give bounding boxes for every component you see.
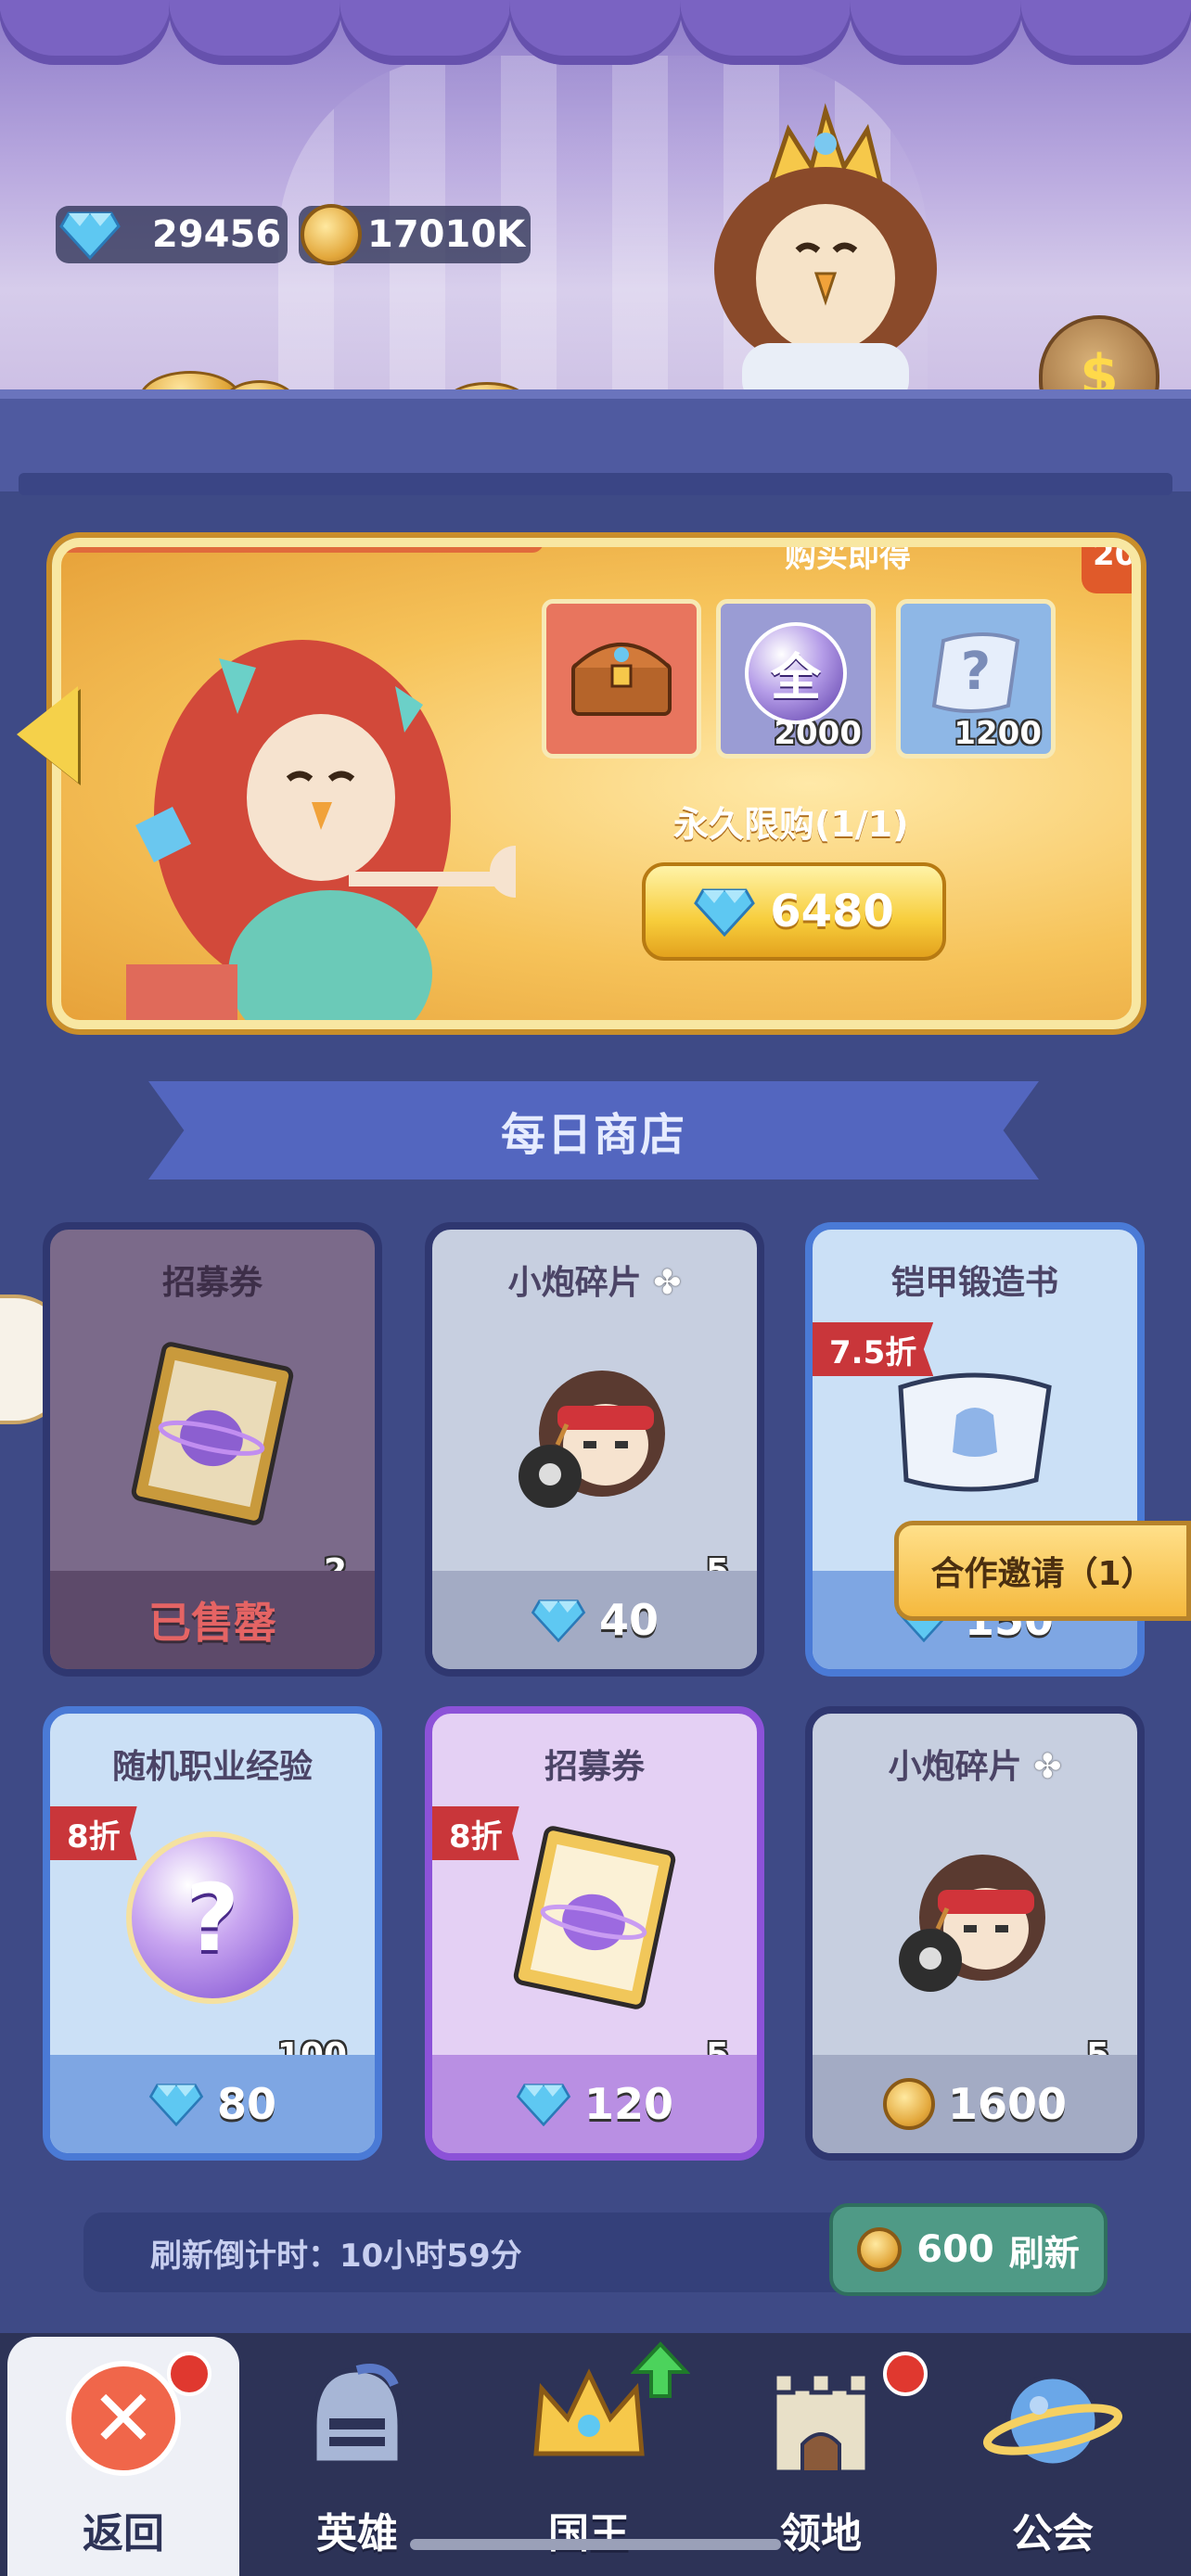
svg-text:?: ? (961, 642, 991, 702)
nav-label: 领地 (780, 2510, 862, 2557)
item-price: 1600 (947, 2079, 1068, 2129)
price-bar: 40 (432, 1571, 757, 1669)
diamond-icon (148, 2084, 204, 2126)
stage-trim (19, 473, 1172, 495)
diamond-icon (531, 1600, 586, 1642)
reward-slot-orb[interactable]: 全 2000 (716, 599, 876, 759)
king-character (714, 103, 937, 399)
gold-coin-icon (882, 2078, 935, 2130)
reward-slot-chest[interactable] (542, 599, 701, 759)
limited-offer-card: 购买即得 200% 全 2000 ? 1200 (52, 538, 1141, 1029)
price-bar: 80 (50, 2055, 375, 2153)
daily-shop-title: 每日商店 (148, 1081, 1039, 1180)
home-indicator (410, 2539, 781, 2550)
offer-price: 6480 (770, 886, 894, 937)
shop-item-recruit-ticket[interactable]: 招募券 2 已售罄 (43, 1222, 382, 1677)
sold-out-bar: 已售罄 (50, 1571, 375, 1669)
refresh-countdown: 刷新倒计时：10小时59分 (150, 2237, 522, 2275)
purchase-limit: 永久限购(1/1) (673, 804, 909, 845)
item-name: 招募券 (544, 1748, 645, 1786)
gold-coin-icon (301, 204, 362, 265)
price-bar: 120 (432, 2055, 757, 2153)
sold-out-label: 已售罄 (148, 1598, 276, 1648)
item-name: 小炮碎片 ✤ (813, 1740, 1137, 1788)
prev-offer-arrow-icon[interactable] (17, 686, 78, 783)
reward-slot-scroll[interactable]: ? 1200 (896, 599, 1056, 759)
recruit-ticket-icon (131, 1342, 294, 1525)
diamond-icon (59, 211, 121, 260)
puzzle-icon: ✤ (1033, 1748, 1062, 1786)
item-price: 80 (216, 2079, 276, 2129)
nav-label: 国王 (548, 2510, 630, 2557)
orb-label: 全 (771, 648, 821, 708)
item-name: 铠甲锻造书 (890, 1264, 1058, 1302)
curtain (0, 0, 1191, 65)
refresh-cost: 600 (916, 2228, 994, 2271)
treasure-chest-icon (571, 642, 672, 716)
upgrade-arrow-icon (631, 2341, 690, 2398)
all-orb-icon: 全 (745, 621, 847, 724)
shop-item-cannon-shard[interactable]: 小炮碎片 ✤ 5 40 (425, 1222, 764, 1677)
notification-dot (167, 2352, 211, 2396)
item-price: 120 (583, 2079, 674, 2129)
buy-offer-button[interactable]: 6480 (642, 862, 946, 961)
diamond-counter: 29456 (56, 206, 288, 263)
question-scroll-icon: ? (931, 631, 1020, 713)
castle-icon (772, 2371, 870, 2475)
item-name-text: 小炮碎片 (888, 1748, 1022, 1786)
coop-invite-button[interactable]: 合作邀请（1） (894, 1521, 1191, 1621)
nav-back[interactable]: ✕ 返回 (7, 2337, 239, 2576)
shop-item-recruit-ticket-2[interactable]: 招募券 8折 5 120 (425, 1706, 764, 2161)
item-price: 40 (598, 1595, 659, 1645)
item-name: 招募券 (161, 1264, 263, 1302)
offer-bonus-badge: 200% (1082, 547, 1132, 593)
gold-counter: 17010K (299, 204, 531, 265)
shop-item-cannon-shard-2[interactable]: 小炮碎片 ✤ 5 1600 (805, 1706, 1145, 2161)
cannon-hero-icon (899, 1855, 1045, 1992)
shop-item-random-class-exp[interactable]: 随机职业经验 8折 ? 100 80 (43, 1706, 382, 2161)
discount-tag: 8折 (50, 1806, 137, 1860)
gold-amount: 17010K (367, 213, 526, 256)
item-name: 随机职业经验 (111, 1748, 313, 1786)
item-name: 小炮碎片 ✤ (432, 1256, 757, 1304)
notification-dot (883, 2352, 928, 2396)
refresh-button[interactable]: 600 刷新 (829, 2203, 1108, 2296)
reward-qty (687, 752, 697, 754)
diamond-icon (516, 2084, 571, 2126)
nav-label: 返回 (83, 2510, 164, 2557)
offer-top-label: 购买即得 (785, 538, 911, 575)
planet-icon (983, 2374, 1122, 2468)
puzzle-icon: ✤ (653, 1264, 682, 1302)
recruit-ticket-icon (513, 1826, 676, 2009)
nav-guild[interactable]: 公会 (937, 2337, 1169, 2576)
offer-ribbon (61, 547, 544, 553)
diamond-icon (694, 888, 756, 937)
refresh-label: 刷新 (1008, 2232, 1080, 2274)
question-orb-icon: ? (126, 1831, 299, 2004)
item-name-text: 小炮碎片 (507, 1264, 642, 1302)
helmet-icon (312, 2364, 403, 2466)
nav-label: 公会 (1012, 2510, 1094, 2557)
mermaid-hero-art (126, 640, 516, 1020)
price-bar: 1600 (813, 2055, 1137, 2153)
close-icon: ✕ (66, 2361, 181, 2476)
gold-coin-icon (857, 2227, 903, 2272)
cannon-hero-icon (519, 1371, 665, 1508)
diamond-amount: 29456 (152, 213, 282, 256)
nav-label: 英雄 (316, 2510, 398, 2557)
armor-scroll-icon (898, 1372, 1052, 1492)
